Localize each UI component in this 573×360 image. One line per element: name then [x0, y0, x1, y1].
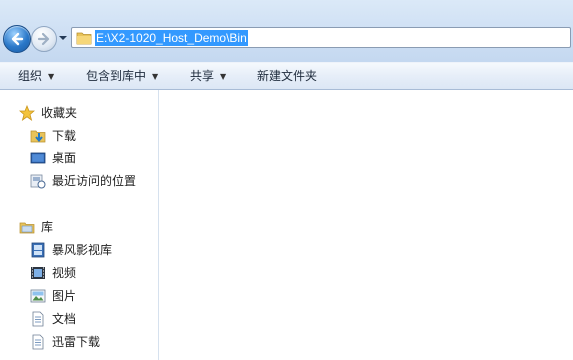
- dropdown-arrow-icon: ▼: [48, 72, 55, 81]
- nav-item-label: 文档: [52, 312, 77, 326]
- file-list-pane[interactable]: [159, 90, 573, 360]
- nav-item-label: 桌面: [52, 151, 77, 165]
- address-path-text[interactable]: E:\X2-1020_Host_Demo\Bin: [95, 30, 248, 46]
- folder-icon: [76, 32, 92, 45]
- nav-item-label: 下载: [52, 129, 77, 143]
- video-library-icon: [31, 242, 45, 258]
- desktop-icon: [30, 152, 46, 164]
- navigation-pane: 收藏夹 下载 桌面 最近访问的位置 库 暴风影视库 视频 图片 文档 迅雷下载: [0, 90, 159, 360]
- nav-item-label: 最近访问的位置: [52, 174, 137, 188]
- back-button[interactable]: [3, 25, 31, 53]
- dropdown-arrow-icon: ▼: [152, 72, 159, 81]
- library-icon: [19, 222, 35, 234]
- documents-icon: [32, 311, 44, 327]
- chevron-down-icon[interactable]: [58, 34, 68, 42]
- nav-item-label: 暴风影视库: [52, 243, 113, 257]
- video-icon: [31, 267, 45, 279]
- include-library-label: 包含到库中: [86, 69, 147, 83]
- organize-menu-button[interactable]: 组织 ▼: [18, 63, 54, 90]
- share-label: 共享: [190, 69, 215, 83]
- thunder-download-icon: [32, 334, 44, 350]
- forward-button[interactable]: [31, 26, 57, 52]
- dropdown-arrow-icon: ▼: [220, 72, 227, 81]
- nav-item-label: 迅雷下载: [52, 335, 101, 349]
- new-folder-button[interactable]: 新建文件夹: [257, 63, 317, 90]
- forward-arrow-icon: [37, 32, 50, 46]
- address-field[interactable]: E:\X2-1020_Host_Demo\Bin: [71, 27, 571, 48]
- star-icon: [19, 105, 35, 121]
- share-menu-button[interactable]: 共享 ▼: [190, 63, 226, 90]
- nav-item-label: 图片: [52, 289, 77, 303]
- command-toolbar: 组织 ▼ 包含到库中 ▼ 共享 ▼ 新建文件夹: [0, 62, 573, 90]
- recent-places-icon: [30, 174, 46, 189]
- include-in-library-button[interactable]: 包含到库中 ▼: [86, 63, 158, 90]
- nav-libraries-label: 库: [41, 220, 54, 234]
- address-bar-region: E:\X2-1020_Host_Demo\Bin: [0, 0, 573, 62]
- new-folder-label: 新建文件夹: [257, 69, 318, 83]
- nav-favorites-label: 收藏夹: [41, 106, 78, 120]
- pictures-icon: [30, 289, 46, 303]
- back-arrow-icon: [11, 32, 24, 46]
- nav-item-label: 视频: [52, 266, 77, 280]
- download-folder-icon: [30, 130, 46, 143]
- organize-label: 组织: [18, 69, 43, 83]
